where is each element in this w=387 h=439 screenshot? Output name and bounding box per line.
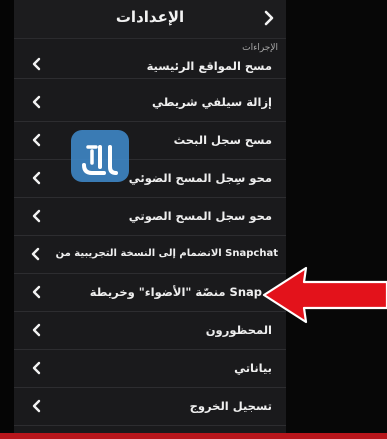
row-label: محو سجل المسح الصوتي bbox=[128, 209, 272, 223]
settings-row-log-out[interactable]: تسجيل الخروج bbox=[14, 388, 286, 426]
settings-row-blocked[interactable]: المحظورون bbox=[14, 312, 286, 350]
left-letterbox bbox=[0, 0, 14, 439]
settings-row-clear-scan-history[interactable]: محو سِجل المسح الضوئي bbox=[14, 160, 286, 198]
settings-row-clear-voice-scan-history[interactable]: محو سجل المسح الصوتي bbox=[14, 198, 286, 236]
chevron-left-icon bbox=[31, 247, 40, 261]
row-label: مسح سجل البحث bbox=[173, 133, 272, 147]
settings-row-remove-selfie[interactable]: إزالة سيلفي شريطي bbox=[14, 84, 286, 122]
settings-row-clear-top-locations[interactable]: مسح المواقع الرئيسية bbox=[14, 55, 286, 79]
section-label: الإجراءات bbox=[242, 43, 278, 53]
bottom-accent-bar bbox=[0, 433, 387, 439]
chevron-left-icon bbox=[32, 209, 41, 223]
red-arrow-icon bbox=[262, 266, 387, 324]
header: الإعدادات bbox=[14, 0, 286, 39]
chevron-left-icon bbox=[32, 361, 41, 375]
row-label: محو سِجل المسح الضوئي bbox=[128, 171, 272, 185]
chevron-left-icon bbox=[32, 285, 41, 299]
chevron-left-icon bbox=[32, 57, 41, 71]
settings-row-spotlight-snap-map[interactable]: منصّة "الأضواء" وخريطة Snap bbox=[14, 274, 286, 312]
settings-row-my-data[interactable]: بياناتي bbox=[14, 350, 286, 388]
row-label: بياناتي bbox=[234, 361, 272, 375]
watermark-logo-icon bbox=[71, 130, 129, 182]
row-label: الانضمام إلى النسخة التجريبية من Snapcha… bbox=[55, 248, 278, 259]
row-label: تسجيل الخروج bbox=[189, 399, 272, 413]
row-label: منصّة "الأضواء" وخريطة Snap bbox=[89, 285, 262, 299]
chevron-left-icon bbox=[32, 323, 41, 337]
row-label: مسح المواقع الرئيسية bbox=[146, 59, 272, 73]
chevron-left-icon bbox=[32, 133, 41, 147]
settings-row-join-beta[interactable]: الانضمام إلى النسخة التجريبية من Snapcha… bbox=[14, 236, 286, 274]
page-title: الإعدادات bbox=[115, 8, 185, 26]
settings-panel: الإعدادات الإجراءات مسح المواقع الرئيسية… bbox=[14, 0, 286, 439]
back-chevron-right-icon[interactable] bbox=[258, 7, 280, 29]
chevron-left-icon bbox=[32, 95, 41, 109]
chevron-left-icon bbox=[32, 171, 41, 185]
right-letterbox bbox=[286, 0, 387, 439]
settings-row-clear-search-history[interactable]: مسح سجل البحث bbox=[14, 122, 286, 160]
row-label: إزالة سيلفي شريطي bbox=[151, 95, 272, 109]
chevron-left-icon bbox=[32, 399, 41, 413]
